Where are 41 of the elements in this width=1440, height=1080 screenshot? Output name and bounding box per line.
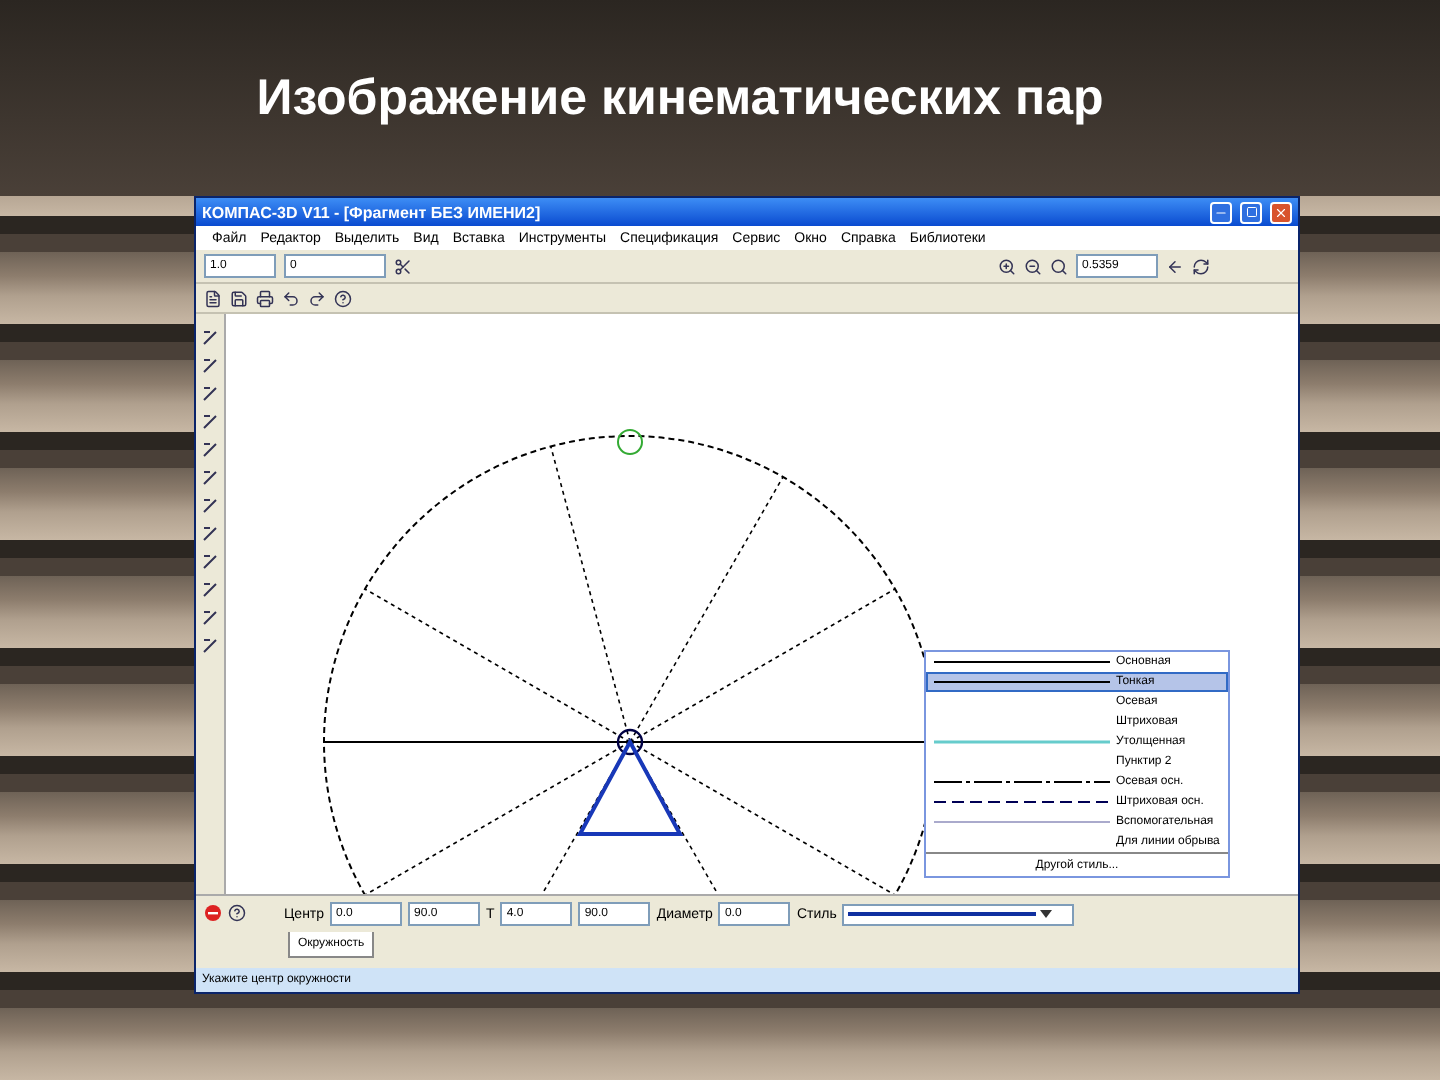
zoom-in-icon[interactable] xyxy=(998,257,1016,275)
dropdown-arrow-icon[interactable] xyxy=(1040,908,1053,920)
redo-icon[interactable] xyxy=(308,289,326,307)
tool-icon[interactable] xyxy=(202,442,218,458)
save-icon[interactable] xyxy=(230,289,248,307)
close-icon xyxy=(1274,205,1288,219)
tool-icon[interactable] xyxy=(202,414,218,430)
line-sample-icon xyxy=(934,798,1110,806)
line-sample-icon xyxy=(934,678,1110,686)
line-sample-icon xyxy=(848,910,1037,918)
tool-icon[interactable] xyxy=(202,554,218,570)
line-sample-icon xyxy=(934,658,1110,666)
search-icon[interactable] xyxy=(1050,257,1068,275)
line-sample-icon xyxy=(934,778,1110,786)
undo-icon[interactable] xyxy=(282,289,300,307)
help-icon[interactable] xyxy=(228,904,246,922)
tool-icon[interactable] xyxy=(202,358,218,374)
print-icon[interactable] xyxy=(256,289,274,307)
maximize-icon xyxy=(1245,206,1257,218)
stop-icon[interactable] xyxy=(204,904,222,922)
tool-icon[interactable] xyxy=(202,582,218,598)
arrow-left-icon[interactable] xyxy=(1166,257,1184,275)
close-button[interactable] xyxy=(1270,201,1292,223)
window-title: КОМПАС-3D V11 - [Фрагмент БЕЗ ИМЕНИ2] xyxy=(202,203,543,221)
tool-icon[interactable] xyxy=(202,330,218,346)
minimize-button[interactable] xyxy=(1210,201,1232,223)
line-sample-icon xyxy=(934,818,1110,826)
maximize-button[interactable] xyxy=(1240,201,1262,223)
scissors-icon[interactable] xyxy=(394,257,412,275)
refresh-icon[interactable] xyxy=(1192,257,1210,275)
zoom-out-icon[interactable] xyxy=(1024,257,1042,275)
help-icon[interactable] xyxy=(334,289,352,307)
tool-icon[interactable] xyxy=(202,526,218,542)
tool-icon[interactable] xyxy=(202,498,218,514)
tool-icon[interactable] xyxy=(202,610,218,626)
line-sample-icon xyxy=(934,738,1110,746)
tool-icon[interactable] xyxy=(202,638,218,654)
tool-icon[interactable] xyxy=(202,470,218,486)
tool-icon[interactable] xyxy=(202,386,218,402)
line-style-combo[interactable] xyxy=(842,903,1075,925)
new-file-icon[interactable] xyxy=(204,289,222,307)
